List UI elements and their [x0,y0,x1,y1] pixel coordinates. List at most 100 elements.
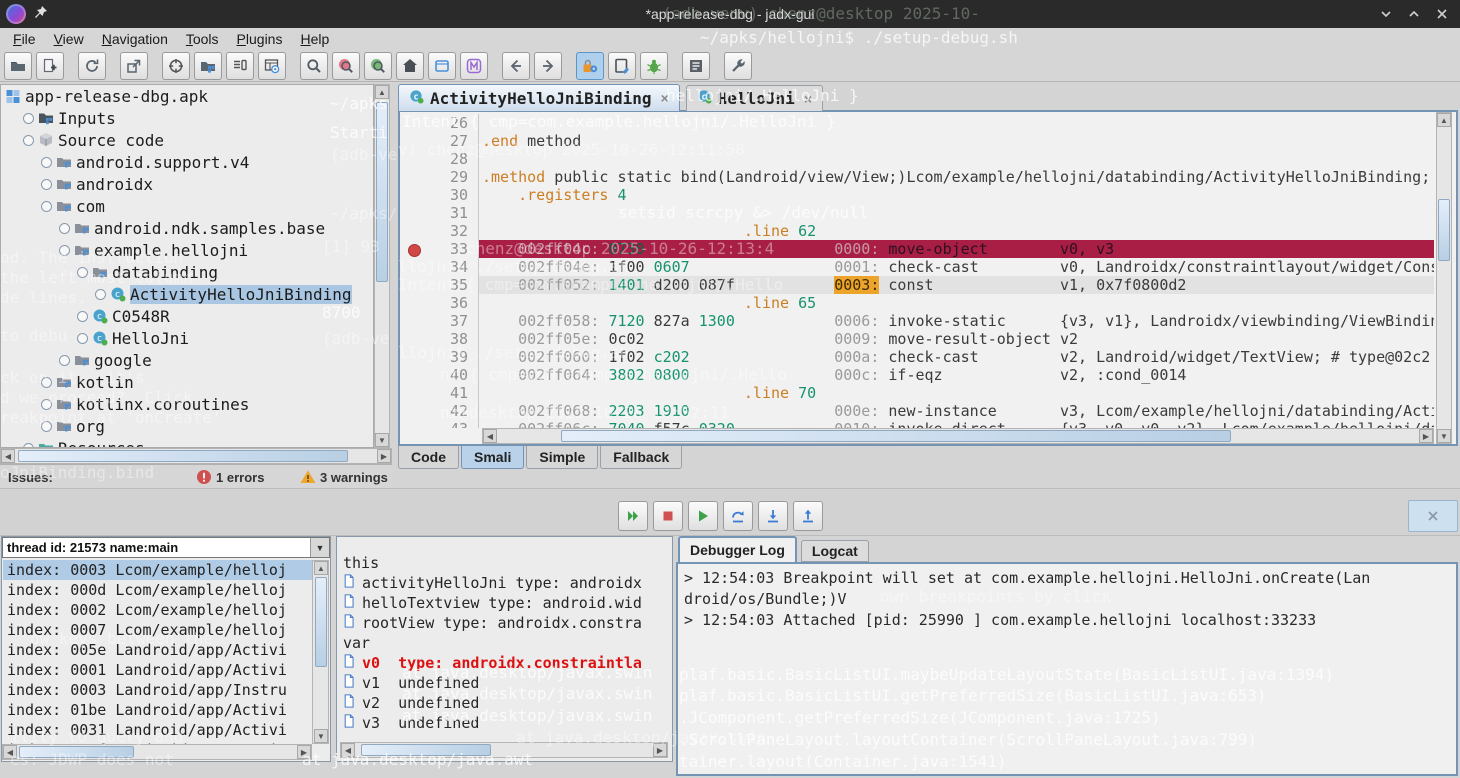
device-button[interactable] [608,52,636,80]
scroll-left-icon[interactable]: ◀ [1,449,15,463]
expand-handle-icon[interactable] [41,157,52,168]
expand-handle-icon[interactable] [59,223,70,234]
close-tab-icon[interactable]: × [804,91,812,107]
tree-vscrollbar[interactable]: ▲ ▼ [374,84,390,448]
menu-plugins[interactable]: Plugins [228,29,292,49]
expand-handle-icon[interactable] [41,377,52,388]
code-line-41[interactable]: 41 .line 70 [400,384,1434,402]
tree-item-google[interactable]: google [1,349,373,371]
menu-help[interactable]: Help [291,29,338,49]
line-number[interactable]: 37 [400,312,479,330]
expand-handle-icon[interactable] [23,113,34,124]
tree-item-androidx[interactable]: androidx [1,173,373,195]
stack-frame-row[interactable]: index: 0003 Lcom/example/helloj [3,560,312,580]
home-button[interactable] [396,52,424,80]
tree-item-activityhellojnibinding[interactable]: cActivityHelloJniBinding [1,283,373,305]
code-line-40[interactable]: 40 002ff064: 3802 0800 000c: if-eqz v2, … [400,366,1434,384]
line-number[interactable]: 31 [400,204,479,222]
frames-hscroll-thumb[interactable] [19,746,134,758]
view-tab-code[interactable]: Code [398,446,459,469]
code-line-32[interactable]: 32 .line 62 [400,222,1434,240]
tree-item-databinding[interactable]: databinding [1,261,373,283]
variable-row[interactable]: rootView type: androidx.constra [337,613,672,633]
stack-frame-row[interactable]: index: 000d Lcom/example/helloj [3,580,312,600]
scroll-left-icon[interactable]: ◀ [3,745,17,759]
editor-vscroll-thumb[interactable] [1438,199,1450,261]
tree-item-source-code[interactable]: Source code [1,129,373,151]
stack-frame-row[interactable]: index: 005e Landroid/app/Activi [3,640,312,660]
scroll-right-icon[interactable]: ▶ [1419,429,1433,443]
variable-row[interactable]: this [337,553,672,573]
forward-button[interactable] [534,52,562,80]
expand-handle-icon[interactable] [77,311,88,322]
code-line-26[interactable]: 26 [400,114,1434,132]
stop-button[interactable] [653,501,683,531]
expand-handle-icon[interactable] [95,289,106,300]
expand-handle-icon[interactable] [41,421,52,432]
vars-hscrollbar[interactable]: ◀ ▶ [340,742,668,758]
tree-item-kotlin[interactable]: kotlin [1,371,373,393]
code-line-34[interactable]: 34 002ff04e: 1f00 0607 0001: check-cast … [400,258,1434,276]
step-out-button[interactable] [793,501,823,531]
stack-frame-row[interactable]: index: 0003 Landroid/app/Instru [3,680,312,700]
code-line-39[interactable]: 39 002ff060: 1f02 c202 000a: check-cast … [400,348,1434,366]
line-number[interactable]: 27 [400,132,479,150]
code-line-33[interactable]: 33 002ff04c: 0730 0000: move-object v0, … [400,240,1434,258]
line-number[interactable]: 28 [400,150,479,168]
view-tab-smali[interactable]: Smali [461,446,524,469]
close-tab-icon[interactable]: × [661,90,669,106]
smali-code-view[interactable]: 2627.end method2829.method public static… [400,112,1434,428]
line-number[interactable]: 38 [400,330,479,348]
main-activity-button[interactable] [460,52,488,80]
code-line-29[interactable]: 29.method public static bind(Landroid/vi… [400,168,1434,186]
thread-selector[interactable]: thread id: 21573 name:main ▼ [2,537,330,558]
menu-view[interactable]: View [45,29,93,49]
variable-row[interactable]: v1 undefined [337,673,672,693]
variable-row[interactable]: v0 type: androidx.constraintla [337,653,672,673]
code-line-36[interactable]: 36 .line 65 [400,294,1434,312]
line-number[interactable]: 32 [400,222,479,240]
scroll-up-icon[interactable]: ▲ [314,561,328,575]
line-number[interactable]: 26 [400,114,479,132]
close-debugger-panel-button[interactable] [1408,500,1458,532]
packages-button[interactable] [194,52,222,80]
close-button[interactable] [1434,6,1450,22]
log-button[interactable] [682,52,710,80]
maximize-button[interactable] [1406,6,1422,22]
expand-handle-icon[interactable] [41,201,52,212]
scroll-right-icon[interactable]: ▶ [297,745,311,759]
line-number[interactable]: 39 [400,348,479,366]
tree-item-android-ndk-samples-base[interactable]: android.ndk.samples.base [1,217,373,239]
scroll-right-icon[interactable]: ▶ [377,449,391,463]
step-into-button[interactable] [758,501,788,531]
resume-button[interactable] [618,501,648,531]
variable-row[interactable]: helloTextview type: android.wid [337,593,672,613]
log-tab-debugger-log[interactable]: Debugger Log [678,536,797,562]
expand-handle-icon[interactable] [77,267,88,278]
scroll-down-icon[interactable]: ▼ [375,433,389,447]
code-line-30[interactable]: 30 .registers 4 [400,186,1434,204]
tree-item-resources[interactable]: Resources [1,437,373,448]
error-count[interactable]: 1 errors [216,470,264,485]
tree-item-c0548r[interactable]: cC0548R [1,305,373,327]
editor-tab-hellojni[interactable]: cHelloJni× [686,85,823,111]
scroll-up-icon[interactable]: ▲ [375,85,389,99]
editor-hscrollbar[interactable]: ◀ ▶ [482,428,1434,444]
code-line-42[interactable]: 42 002ff068: 2203 1910 000e: new-instanc… [400,402,1434,420]
stack-frame-row[interactable]: index: 0001 Landroid/app/Activi [3,660,312,680]
preview-button[interactable] [258,52,286,80]
tree-item-kotlinx-coroutines[interactable]: kotlinx.coroutines [1,393,373,415]
minimize-button[interactable] [1378,6,1394,22]
scroll-down-icon[interactable]: ▼ [314,729,328,743]
scroll-down-icon[interactable]: ▼ [1437,429,1451,443]
step-over-button[interactable] [723,501,753,531]
tree-item-app-release-dbg-apk[interactable]: app-release-dbg.apk [1,85,373,107]
vars-hscroll-thumb[interactable] [361,744,491,756]
frames-vscrollbar[interactable]: ▲ ▼ [312,560,329,744]
stack-frame-row[interactable]: index: 0007 Lcom/example/helloj [3,620,312,640]
code-line-27[interactable]: 27.end method [400,132,1434,150]
code-line-28[interactable]: 28 [400,150,1434,168]
tree-item-com[interactable]: com [1,195,373,217]
debugger-button[interactable] [576,52,604,80]
bug-button[interactable] [640,52,668,80]
